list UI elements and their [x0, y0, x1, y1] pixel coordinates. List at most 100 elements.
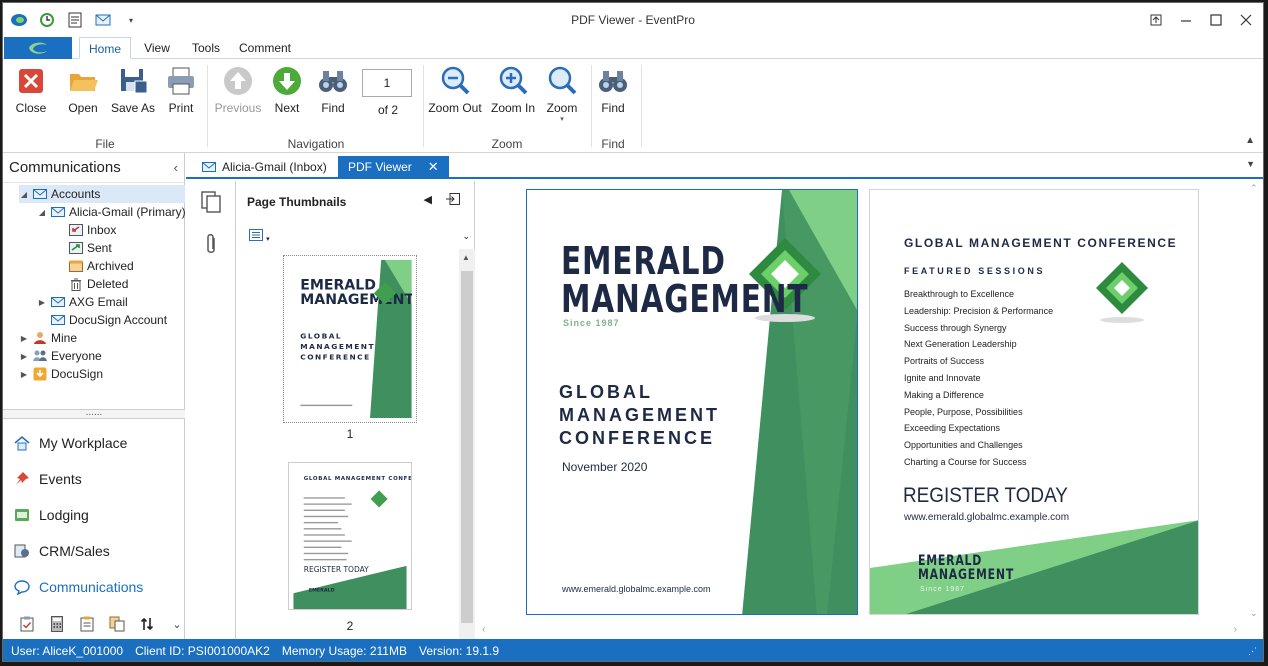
close-window-icon[interactable] — [1235, 9, 1257, 31]
binoculars-icon — [599, 71, 627, 92]
resize-grip-icon[interactable]: ⋰ — [1248, 646, 1257, 657]
thumbnail-page-2[interactable]: GLOBAL MANAGEMENT CONFERENCE REGISTER TO… — [283, 457, 436, 610]
notes-icon[interactable] — [79, 616, 95, 632]
scroll-down-icon[interactable]: ⌄ — [1250, 608, 1258, 619]
close-label: Close — [15, 101, 47, 115]
tab-home[interactable]: Home — [79, 37, 131, 59]
thumbnail-page-1[interactable]: EMERALD MANAGEMENT GLOBAL MANAGEMENT CON… — [283, 255, 417, 423]
viewer-horizontal-scrollbar[interactable]: ‹ › — [476, 623, 1263, 639]
print-button[interactable]: Print — [157, 65, 205, 121]
session-item: Exceeding Expectations — [904, 423, 1001, 434]
page-number-input[interactable]: 1 — [362, 69, 412, 97]
tree-item-axg-email[interactable]: ▶ AXG Email — [37, 293, 128, 311]
zoom-dropdown-icon[interactable]: ▾ — [537, 115, 587, 123]
tree-item-sent[interactable]: Sent — [55, 239, 112, 257]
expand-icon[interactable]: ▶ — [37, 298, 47, 307]
open-button[interactable]: Open — [59, 65, 107, 121]
nav-lodging[interactable]: Lodging — [13, 503, 89, 527]
scroll-right-icon[interactable]: › — [1234, 624, 1237, 635]
close-tab-icon[interactable]: ✕ — [428, 159, 439, 175]
paperclip-icon[interactable] — [200, 233, 222, 255]
mail-icon — [202, 162, 216, 172]
tree-item-alicia-gmail[interactable]: ◢ Alicia-Gmail (Primary) — [37, 203, 186, 221]
expand-icon[interactable]: ▶ — [19, 370, 29, 379]
tree-item-docusign[interactable]: ▶ DocuSign — [19, 365, 103, 383]
expand-icon[interactable]: ▶ — [19, 352, 29, 361]
collapse-ribbon-icon[interactable]: ▲ — [1245, 135, 1255, 146]
nav-label: Lodging — [39, 507, 89, 523]
tree-item-archived[interactable]: Archived — [55, 257, 134, 275]
tree-item-inbox[interactable]: Inbox — [55, 221, 116, 239]
find-nav-button[interactable]: Find — [309, 65, 357, 121]
session-item: Next Generation Leadership — [904, 339, 1017, 350]
zoom-button[interactable]: Zoom ▾ — [537, 65, 587, 123]
clipboard-icon[interactable] — [19, 616, 35, 632]
collapse-icon[interactable]: ◢ — [19, 190, 29, 199]
file-group-label: File — [95, 137, 115, 151]
thumbnails-scrollbar[interactable]: ▲ — [459, 249, 475, 639]
thumbnail-options-button[interactable]: ▾ — [249, 229, 270, 244]
tree-item-docusign-account[interactable]: DocuSign Account — [37, 311, 167, 329]
viewer-vertical-scrollbar[interactable]: ⌃ ⌄ — [1247, 181, 1263, 639]
tab-list-dropdown-icon[interactable]: ▼ — [1246, 159, 1255, 169]
next-button[interactable]: Next — [263, 65, 311, 121]
close-button[interactable]: Close — [7, 65, 55, 121]
scrollbar-thumb[interactable] — [461, 271, 473, 623]
nav-crm-sales[interactable]: CRM/Sales — [13, 539, 110, 563]
tree-label: Sent — [87, 241, 112, 255]
group-separator — [207, 65, 208, 147]
tab-view[interactable]: View — [137, 37, 177, 59]
pane-splitter[interactable]: ...... — [3, 408, 185, 419]
tree-item-accounts[interactable]: ◢ Accounts — [19, 185, 185, 203]
minimize-icon[interactable] — [1175, 9, 1197, 31]
tab-pdf-viewer[interactable]: PDF Viewer ✕ — [338, 156, 449, 178]
tab-alicia-inbox[interactable]: Alicia-Gmail (Inbox) — [192, 156, 337, 178]
conference-title-line1: GLOBAL — [559, 382, 653, 402]
thumbnails-scroll-down-icon[interactable]: ⌄ — [462, 231, 470, 242]
tree-item-everyone[interactable]: ▶ Everyone — [19, 347, 102, 365]
nav-events[interactable]: Events — [13, 467, 82, 491]
arrow-down-icon — [273, 67, 301, 95]
more-options-icon[interactable]: ⌄ — [169, 616, 185, 632]
pdf-viewer-canvas[interactable]: EMERALD MANAGEMENT Since 1987 GLOBAL MAN… — [476, 181, 1263, 639]
collapse-icon[interactable]: ◢ — [37, 208, 47, 217]
documents-icon[interactable] — [109, 616, 125, 632]
page-thumbnails-icon[interactable] — [200, 191, 222, 213]
expand-icon[interactable]: ▶ — [19, 334, 29, 343]
svg-text:REGISTER TODAY: REGISTER TODAY — [304, 565, 369, 574]
status-client-id: Client ID: PSI001000AK2 — [135, 644, 270, 658]
scroll-up-icon[interactable]: ▲ — [462, 253, 470, 262]
tab-label: PDF Viewer — [348, 160, 412, 174]
zoom-in-button[interactable]: Zoom In — [485, 65, 541, 121]
nav-communications[interactable]: Communications — [13, 575, 143, 599]
calculator-icon[interactable] — [49, 616, 65, 632]
pdf-page-1[interactable]: EMERALD MANAGEMENT Since 1987 GLOBAL MAN… — [526, 189, 858, 615]
previous-button[interactable]: Previous — [213, 65, 263, 121]
find-button[interactable]: Find — [589, 65, 637, 121]
detach-panel-icon[interactable] — [446, 193, 460, 208]
tree-item-deleted[interactable]: Deleted — [55, 275, 128, 293]
collapse-pane-icon[interactable]: ‹ — [174, 160, 178, 175]
app-window: ▾ PDF Viewer - EventPro Home View Tools … — [2, 2, 1264, 662]
save-as-button[interactable]: Save As — [107, 65, 159, 121]
nav-my-workplace[interactable]: My Workplace — [13, 431, 127, 455]
thumbnails-title: Page Thumbnails — [247, 195, 347, 209]
arrow-up-icon — [224, 67, 252, 95]
folder-tree: ◢ Accounts ◢ Alicia-Gmail (Primary) Inbo… — [3, 183, 186, 409]
tree-item-mine[interactable]: ▶ Mine — [19, 329, 77, 347]
collapse-left-icon[interactable]: ◀ — [424, 193, 432, 208]
crm-icon — [13, 542, 31, 560]
mail-icon — [33, 187, 47, 201]
svg-text:EMERALD: EMERALD — [300, 278, 376, 294]
maximize-icon[interactable] — [1205, 9, 1227, 31]
scroll-left-icon[interactable]: ‹ — [482, 624, 485, 635]
restore-panel-icon[interactable] — [1145, 9, 1167, 31]
svg-text:EMERALD: EMERALD — [309, 588, 335, 594]
scroll-up-icon[interactable]: ⌃ — [1250, 183, 1258, 194]
tab-comment[interactable]: Comment — [235, 37, 295, 59]
pdf-page-2[interactable]: GLOBAL MANAGEMENT CONFERENCE FEATURED SE… — [869, 189, 1199, 615]
application-menu-button[interactable] — [4, 37, 72, 59]
tab-tools[interactable]: Tools — [185, 37, 227, 59]
zoom-out-button[interactable]: Zoom Out — [427, 65, 483, 121]
sort-arrows-icon[interactable] — [139, 616, 155, 632]
